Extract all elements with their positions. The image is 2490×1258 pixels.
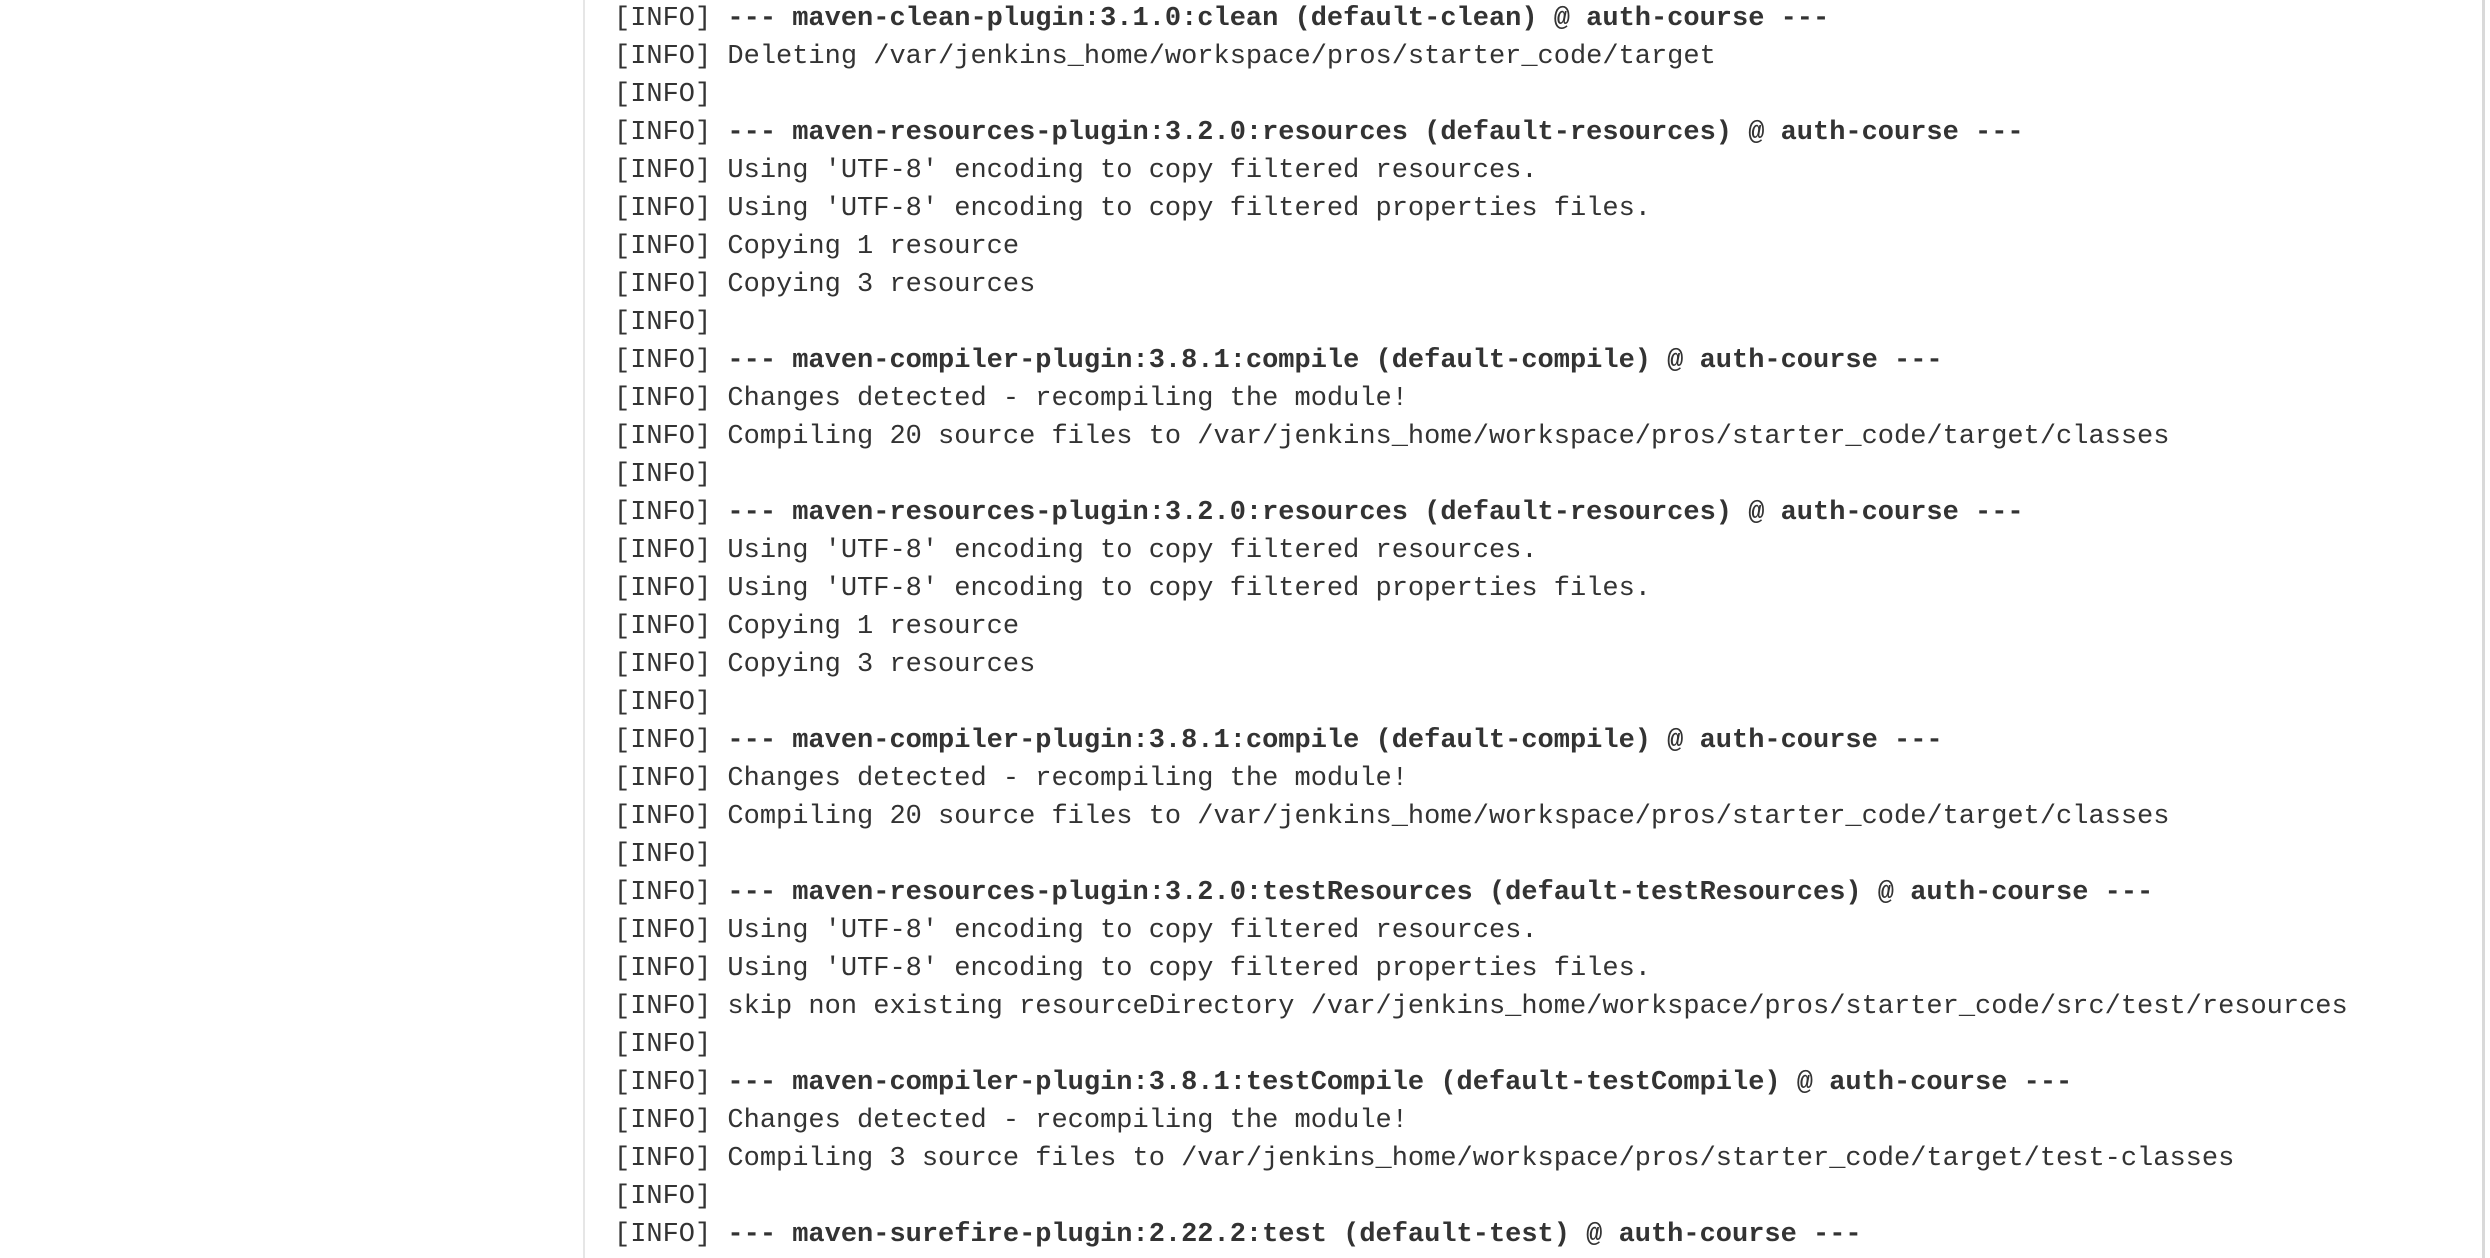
log-level-prefix: [INFO] — [614, 954, 728, 984]
log-message: Using 'UTF-8' encoding to copy filtered … — [727, 574, 1651, 604]
console-line: [INFO] --- maven-clean-plugin:3.1.0:clea… — [614, 0, 2474, 38]
log-level-prefix: [INFO] — [614, 384, 728, 414]
console-line: [INFO] Copying 1 resource — [614, 228, 2474, 266]
console-line: [INFO] Using 'UTF-8' encoding to copy fi… — [614, 190, 2474, 228]
log-message: Changes detected - recompiling the modul… — [727, 384, 1408, 414]
plugin-goal-header: --- maven-resources-plugin:3.2.0:resourc… — [727, 118, 2024, 148]
log-message: Using 'UTF-8' encoding to copy filtered … — [727, 916, 1538, 946]
log-level-prefix: [INFO] — [614, 536, 728, 566]
log-message: Using 'UTF-8' encoding to copy filtered … — [727, 954, 1651, 984]
log-message: Compiling 20 source files to /var/jenkin… — [727, 422, 2170, 452]
plugin-goal-header: --- maven-resources-plugin:3.2.0:testRes… — [727, 878, 2154, 908]
log-level-prefix: [INFO] — [614, 878, 728, 908]
plugin-goal-header: --- maven-compiler-plugin:3.8.1:compile … — [727, 726, 1943, 756]
log-level-prefix: [INFO] — [614, 1068, 728, 1098]
log-level-prefix: [INFO] — [614, 460, 712, 490]
plugin-goal-header: --- maven-compiler-plugin:3.8.1:compile … — [727, 346, 1943, 376]
console-line: [INFO] Compiling 20 source files to /var… — [614, 798, 2474, 836]
console-line: [INFO] — [614, 1026, 2474, 1064]
log-message: Copying 1 resource — [727, 232, 1020, 262]
console-line: [INFO] Using 'UTF-8' encoding to copy fi… — [614, 152, 2474, 190]
console-line: [INFO] Compiling 20 source files to /var… — [614, 418, 2474, 456]
log-level-prefix: [INFO] — [614, 1182, 712, 1212]
log-level-prefix: [INFO] — [614, 574, 728, 604]
console-line: [INFO] Copying 1 resource — [614, 608, 2474, 646]
log-level-prefix: [INFO] — [614, 422, 728, 452]
log-level-prefix: [INFO] — [614, 1106, 728, 1136]
scrollbar-track[interactable] — [2482, 0, 2485, 1258]
console-line: [INFO] Changes detected - recompiling th… — [614, 760, 2474, 798]
log-level-prefix: [INFO] — [614, 916, 728, 946]
log-message: Deleting /var/jenkins_home/workspace/pro… — [727, 42, 1716, 72]
console-line: [INFO] Changes detected - recompiling th… — [614, 380, 2474, 418]
console-line: [INFO] Using 'UTF-8' encoding to copy fi… — [614, 532, 2474, 570]
log-level-prefix: [INFO] — [614, 4, 728, 34]
log-message: Compiling 20 source files to /var/jenkin… — [727, 802, 2170, 832]
console-line: [INFO] skip non existing resourceDirecto… — [614, 988, 2474, 1026]
console-line: [INFO] --- maven-resources-plugin:3.2.0:… — [614, 114, 2474, 152]
console-output: [INFO] --- maven-clean-plugin:3.1.0:clea… — [614, 0, 2474, 1258]
log-message: Changes detected - recompiling the modul… — [727, 1106, 1408, 1136]
console-line: [INFO] --- maven-compiler-plugin:3.8.1:c… — [614, 342, 2474, 380]
log-level-prefix: [INFO] — [614, 118, 728, 148]
console-line: [INFO] --- maven-resources-plugin:3.2.0:… — [614, 874, 2474, 912]
console-line: [INFO] Compiling 3 source files to /var/… — [614, 1140, 2474, 1178]
console-line: [INFO] Deleting /var/jenkins_home/worksp… — [614, 38, 2474, 76]
log-level-prefix: [INFO] — [614, 1030, 712, 1060]
plugin-goal-header: --- maven-compiler-plugin:3.8.1:testComp… — [727, 1068, 2073, 1098]
content-left-border — [583, 0, 585, 1258]
log-level-prefix: [INFO] — [614, 1144, 728, 1174]
log-level-prefix: [INFO] — [614, 346, 728, 376]
log-message: Using 'UTF-8' encoding to copy filtered … — [727, 156, 1538, 186]
console-line: [INFO] Changes detected - recompiling th… — [614, 1102, 2474, 1140]
plugin-goal-header: --- maven-surefire-plugin:2.22.2:test (d… — [727, 1220, 1862, 1250]
console-line: [INFO] Copying 3 resources — [614, 266, 2474, 304]
log-level-prefix: [INFO] — [614, 270, 728, 300]
console-line: [INFO] Using 'UTF-8' encoding to copy fi… — [614, 570, 2474, 608]
log-level-prefix: [INFO] — [614, 498, 728, 528]
left-sidebar-area — [0, 0, 583, 1258]
console-line: [INFO] — [614, 836, 2474, 874]
plugin-goal-header: --- maven-resources-plugin:3.2.0:resourc… — [727, 498, 2024, 528]
log-message: Copying 1 resource — [727, 612, 1020, 642]
log-level-prefix: [INFO] — [614, 1220, 728, 1250]
console-line: [INFO] --- maven-compiler-plugin:3.8.1:c… — [614, 722, 2474, 760]
log-message: Copying 3 resources — [727, 270, 1036, 300]
console-line: [INFO] Copying 3 resources — [614, 646, 2474, 684]
log-level-prefix: [INFO] — [614, 764, 728, 794]
log-message: Copying 3 resources — [727, 650, 1036, 680]
console-line: [INFO] — [614, 1178, 2474, 1216]
log-level-prefix: [INFO] — [614, 802, 728, 832]
log-level-prefix: [INFO] — [614, 80, 712, 110]
log-level-prefix: [INFO] — [614, 308, 712, 338]
log-message: Compiling 3 source files to /var/jenkins… — [727, 1144, 2235, 1174]
log-level-prefix: [INFO] — [614, 612, 728, 642]
log-level-prefix: [INFO] — [614, 156, 728, 186]
console-line: [INFO] --- maven-surefire-plugin:2.22.2:… — [614, 1216, 2474, 1254]
console-line: [INFO] — [614, 456, 2474, 494]
log-level-prefix: [INFO] — [614, 992, 728, 1022]
log-level-prefix: [INFO] — [614, 840, 712, 870]
log-level-prefix: [INFO] — [614, 726, 728, 756]
console-line: [INFO] --- maven-compiler-plugin:3.8.1:t… — [614, 1064, 2474, 1102]
log-message: skip non existing resourceDirectory /var… — [727, 992, 2348, 1022]
log-level-prefix: [INFO] — [614, 194, 728, 224]
console-line: [INFO] — [614, 304, 2474, 342]
log-level-prefix: [INFO] — [614, 232, 728, 262]
console-line: [INFO] Using 'UTF-8' encoding to copy fi… — [614, 912, 2474, 950]
log-message: Changes detected - recompiling the modul… — [727, 764, 1408, 794]
console-line: [INFO] — [614, 76, 2474, 114]
log-level-prefix: [INFO] — [614, 42, 728, 72]
log-level-prefix: [INFO] — [614, 650, 728, 680]
log-message: Using 'UTF-8' encoding to copy filtered … — [727, 194, 1651, 224]
console-line: [INFO] --- maven-resources-plugin:3.2.0:… — [614, 494, 2474, 532]
console-line: [INFO] Using 'UTF-8' encoding to copy fi… — [614, 950, 2474, 988]
plugin-goal-header: --- maven-clean-plugin:3.1.0:clean (defa… — [727, 4, 1830, 34]
log-level-prefix: [INFO] — [614, 688, 712, 718]
log-message: Using 'UTF-8' encoding to copy filtered … — [727, 536, 1538, 566]
console-page: [INFO] --- maven-clean-plugin:3.1.0:clea… — [0, 0, 2490, 1258]
console-line: [INFO] — [614, 684, 2474, 722]
